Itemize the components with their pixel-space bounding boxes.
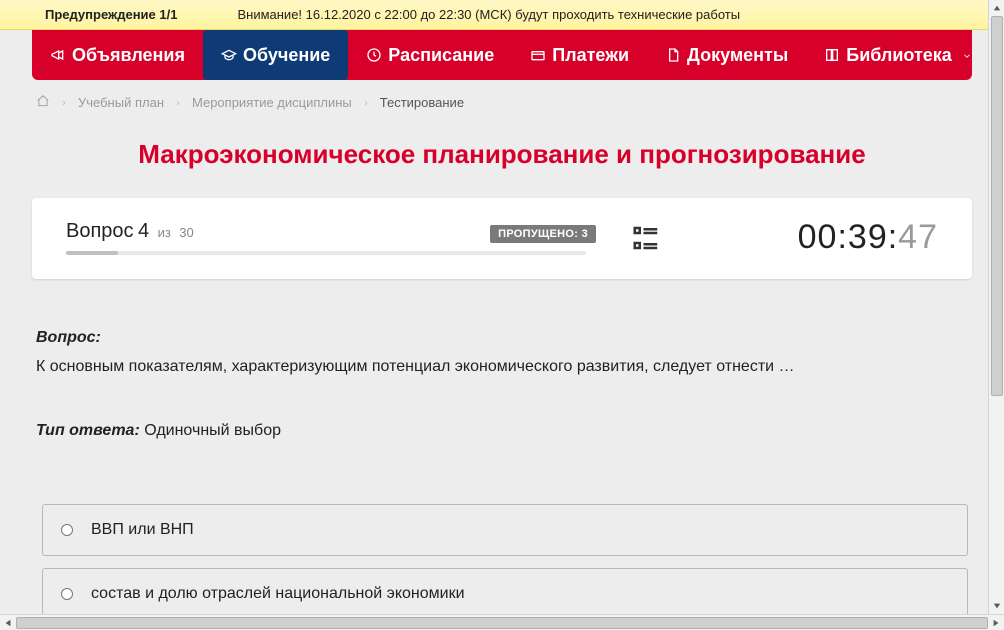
nav-label: Объявления	[72, 45, 185, 66]
question-total: 30	[179, 225, 193, 240]
timer-seconds: 47	[898, 218, 938, 256]
question-list-button[interactable]	[596, 223, 696, 253]
wallet-icon	[530, 47, 546, 63]
scroll-track[interactable]	[16, 617, 988, 629]
graduation-cap-icon	[221, 47, 237, 63]
nav-label: Библиотека	[846, 45, 952, 66]
nav-documents[interactable]: Документы	[647, 30, 806, 80]
scroll-track[interactable]	[991, 16, 1003, 598]
warning-bar: Предупреждение 1/1 Внимание! 16.12.2020 …	[0, 0, 1004, 30]
answer-text: ВВП или ВНП	[91, 521, 194, 539]
chevron-right-icon	[60, 95, 68, 110]
nav-education[interactable]: Обучение	[203, 30, 348, 80]
horizontal-scrollbar[interactable]	[0, 614, 1004, 630]
question-number: 4	[138, 220, 149, 242]
page-title: Макроэкономическое планирование и прогно…	[0, 121, 1004, 198]
nav-library[interactable]: Библиотека	[806, 30, 990, 80]
scroll-left-arrow[interactable]	[0, 615, 16, 630]
scroll-up-arrow[interactable]	[989, 0, 1004, 16]
chevron-down-icon	[962, 45, 972, 66]
scroll-right-arrow[interactable]	[988, 615, 1004, 630]
vertical-scrollbar[interactable]	[988, 0, 1004, 614]
book-icon	[824, 47, 840, 63]
answer-option[interactable]: ВВП или ВНП	[42, 504, 968, 556]
nav-payments[interactable]: Платежи	[512, 30, 647, 80]
breadcrumb-plan[interactable]: Учебный план	[78, 95, 164, 110]
question-of: из	[158, 225, 171, 240]
breadcrumb-event[interactable]: Мероприятие дисциплины	[192, 95, 352, 110]
timer: 00:39:47	[696, 218, 938, 257]
nav-label: Расписание	[388, 45, 494, 66]
question-word: Вопрос	[66, 220, 134, 242]
chevron-right-icon	[174, 95, 182, 110]
scroll-thumb[interactable]	[991, 16, 1003, 396]
quiz-status-card: Вопрос 4 из 30 ПРОПУЩЕНО: 3 00:39:47	[32, 198, 972, 279]
main-nav: Объявления Обучение Расписание Платежи Д…	[32, 30, 972, 80]
chevron-right-icon	[362, 95, 370, 110]
nav-schedule[interactable]: Расписание	[348, 30, 512, 80]
clock-icon	[366, 47, 382, 63]
warning-title: Предупреждение 1/1	[45, 7, 177, 22]
answer-type-label: Тип ответа:	[36, 422, 140, 439]
breadcrumb-current: Тестирование	[380, 95, 464, 110]
breadcrumb: Учебный план Мероприятие дисциплины Тест…	[32, 80, 972, 121]
document-icon	[665, 47, 681, 63]
answer-text: состав и долю отраслей национальной экон…	[91, 585, 465, 603]
answer-option[interactable]: состав и долю отраслей национальной экон…	[42, 568, 968, 614]
question-text: К основным показателям, характеризующим …	[36, 355, 968, 378]
answer-radio[interactable]	[61, 588, 73, 600]
progress-bar	[66, 251, 586, 255]
timer-main: 00:39:	[798, 218, 899, 256]
answers-list: ВВП или ВНП состав и долю отраслей нацио…	[34, 504, 970, 614]
answer-type-value: Одиночный выбор	[140, 422, 281, 439]
nav-label: Обучение	[243, 45, 330, 66]
progress-fill	[66, 251, 118, 255]
breadcrumb-home[interactable]	[36, 94, 50, 111]
megaphone-icon	[50, 47, 66, 63]
scroll-thumb[interactable]	[16, 617, 988, 629]
nav-announcements[interactable]: Объявления	[32, 30, 203, 80]
answer-radio[interactable]	[61, 524, 73, 536]
skipped-badge: ПРОПУЩЕНО: 3	[490, 225, 596, 243]
question-label: Вопрос:	[36, 329, 968, 347]
scroll-down-arrow[interactable]	[989, 598, 1004, 614]
nav-label: Платежи	[552, 45, 629, 66]
nav-label: Документы	[687, 45, 788, 66]
warning-message: Внимание! 16.12.2020 с 22:00 до 22:30 (М…	[237, 7, 994, 22]
